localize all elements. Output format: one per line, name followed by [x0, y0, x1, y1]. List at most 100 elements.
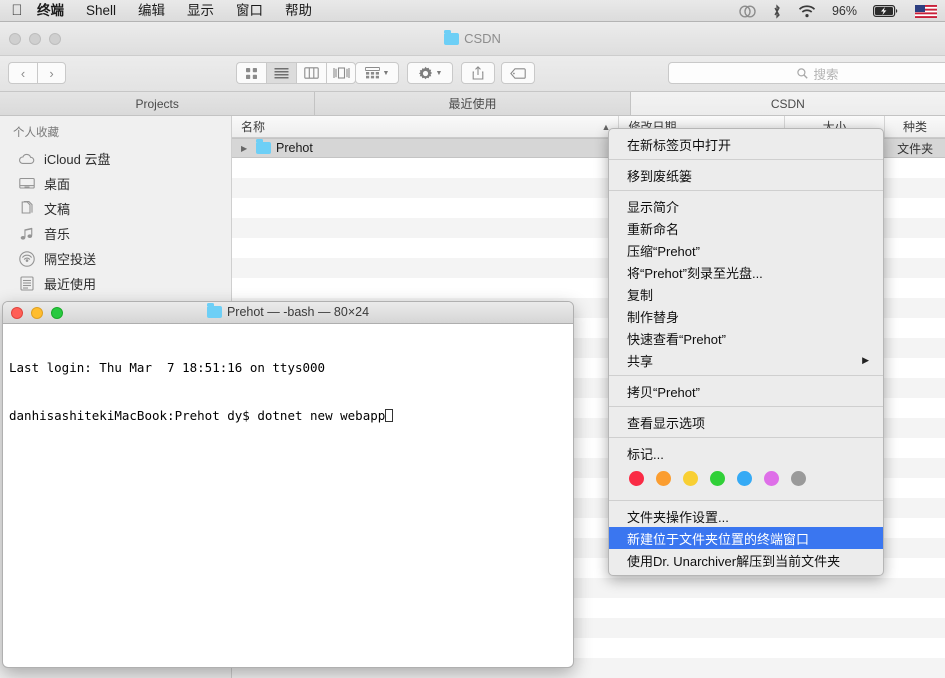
- context-menu-item-label: 制作替身: [627, 309, 680, 325]
- disclosure-triangle-icon[interactable]: ▶: [241, 144, 251, 153]
- finder-window-title-text: CSDN: [464, 31, 501, 46]
- tab-recents[interactable]: 最近使用: [315, 92, 631, 115]
- file-kind-cell: 文件夹: [897, 141, 934, 156]
- context-menu-item-label: 移到废纸篓: [627, 168, 693, 184]
- view-button-group: [236, 62, 356, 84]
- context-menu-item-quick-look[interactable]: 快速查看“Prehot”: [609, 327, 883, 349]
- sidebar-item-desktop[interactable]: 桌面: [0, 171, 231, 196]
- tag-color-gray[interactable]: [791, 471, 806, 486]
- context-menu-item-duplicate[interactable]: 复制: [609, 283, 883, 305]
- menu-item-shell[interactable]: Shell: [75, 0, 127, 22]
- menu-item-terminal[interactable]: 终端: [26, 0, 75, 22]
- chevron-down-icon: ▼: [435, 69, 443, 77]
- tag-button[interactable]: [501, 62, 535, 84]
- context-menu-item-label: 在新标签页中打开: [627, 137, 732, 153]
- context-menu-item-label: 快速查看“Prehot”: [627, 331, 726, 347]
- terminal-content[interactable]: Last login: Thu Mar 7 18:51:16 on ttys00…: [3, 324, 573, 460]
- submenu-arrow-icon: ▶: [862, 354, 869, 365]
- sidebar-item-label: 音乐: [44, 227, 71, 242]
- context-menu-item-label: 重新命名: [627, 221, 680, 237]
- back-button[interactable]: ‹: [8, 62, 37, 84]
- menu-item-window[interactable]: 窗口: [225, 0, 274, 22]
- context-menu-item-compress[interactable]: 压缩“Prehot”: [609, 239, 883, 261]
- action-gear-button[interactable]: ▼: [407, 62, 453, 84]
- sidebar-item-music[interactable]: 音乐: [0, 221, 231, 246]
- tag-color-red[interactable]: [629, 471, 644, 486]
- context-menu-item-folder-actions-setup[interactable]: 文件夹操作设置...: [609, 505, 883, 527]
- context-menu-item-unarchive-here[interactable]: 使用Dr. Unarchiver解压到当前文件夹: [609, 549, 883, 571]
- tag-color-blue[interactable]: [737, 471, 752, 486]
- forward-button[interactable]: ›: [37, 62, 66, 84]
- context-menu-item-label: 查看显示选项: [627, 415, 706, 431]
- context-menu-item-label: 新建位于文件夹位置的终端窗口: [627, 531, 810, 547]
- sidebar-item-icloud-drive[interactable]: iCloud 云盘: [0, 146, 231, 171]
- context-menu-item-make-alias[interactable]: 制作替身: [609, 305, 883, 327]
- terminal-title-text: Prehot — -bash — 80×24: [226, 305, 370, 319]
- context-menu-item-share[interactable]: 共享 ▶: [609, 349, 883, 371]
- sidebar-item-airdrop[interactable]: 隔空投送: [0, 246, 231, 271]
- context-menu-item-tags[interactable]: 标记...: [609, 442, 883, 464]
- context-menu-item-label: 共享: [627, 353, 654, 369]
- context-menu-item-new-terminal-at-folder[interactable]: 新建位于文件夹位置的终端窗口: [609, 527, 883, 549]
- column-header-name[interactable]: 名称 ▲: [232, 116, 620, 137]
- context-menu-item-move-to-trash[interactable]: 移到废纸篓: [609, 164, 883, 186]
- context-menu-item-copy[interactable]: 拷贝“Prehot”: [609, 380, 883, 402]
- context-menu-item-label: 复制: [627, 287, 654, 303]
- terminal-window: Prehot — -bash — 80×24 Last login: Thu M…: [2, 301, 574, 668]
- coverflow-view-button[interactable]: [326, 62, 356, 84]
- context-menu-item-burn-to-disc[interactable]: 将“Prehot”刻录至光盘...: [609, 261, 883, 283]
- context-menu-item-get-info[interactable]: 显示简介: [609, 195, 883, 217]
- icloud-icon: [18, 150, 35, 167]
- menu-bar:  终端 Shell 编辑 显示 窗口 帮助 96%: [0, 0, 945, 22]
- list-view-button[interactable]: [266, 62, 296, 84]
- search-input[interactable]: 搜索: [668, 62, 945, 84]
- context-menu-item-show-view-options[interactable]: 查看显示选项: [609, 411, 883, 433]
- finder-titlebar[interactable]: CSDN: [0, 22, 945, 56]
- tab-projects[interactable]: Projects: [0, 92, 316, 115]
- sidebar-item-documents[interactable]: 文稿: [0, 196, 231, 221]
- menu-separator: [609, 406, 883, 407]
- menu-item-edit[interactable]: 编辑: [127, 0, 176, 22]
- terminal-prompt-line: danhisashitekiMacBook:Prehot dy$ dotnet …: [9, 408, 567, 424]
- sidebar-item-label: 桌面: [44, 177, 71, 192]
- chevron-down-icon: ▼: [382, 69, 390, 77]
- menu-separator: [609, 159, 883, 160]
- sidebar-item-label: 最近使用: [44, 277, 97, 292]
- menu-item-help[interactable]: 帮助: [274, 0, 323, 22]
- tag-color-yellow[interactable]: [683, 471, 698, 486]
- apple-logo-icon[interactable]: : [0, 0, 26, 22]
- context-menu-item-open-in-new-tab[interactable]: 在新标签页中打开: [609, 133, 883, 155]
- share-button[interactable]: [461, 62, 495, 84]
- folder-icon: [444, 29, 460, 45]
- column-header-kind[interactable]: 种类: [885, 116, 945, 137]
- context-menu-item-label: 压缩“Prehot”: [627, 243, 700, 259]
- menu-separator: [609, 500, 883, 501]
- menu-item-view[interactable]: 显示: [176, 0, 225, 22]
- battery-charging-icon[interactable]: [865, 0, 907, 22]
- music-icon: [18, 225, 35, 242]
- arrange-button[interactable]: ▼: [355, 62, 399, 84]
- menu-bar-left:  终端 Shell 编辑 显示 窗口 帮助: [0, 0, 323, 21]
- terminal-command-text: danhisashitekiMacBook:Prehot dy$ dotnet …: [9, 408, 386, 423]
- context-menu-item-label: 使用Dr. Unarchiver解压到当前文件夹: [627, 553, 841, 569]
- tab-csdn[interactable]: CSDN: [630, 92, 945, 115]
- context-menu-item-label: 标记...: [627, 446, 664, 462]
- file-name-cell[interactable]: ▶ Prehot: [232, 139, 619, 155]
- icon-view-button[interactable]: [236, 62, 266, 84]
- column-view-button[interactable]: [296, 62, 326, 84]
- sidebar-item-recents[interactable]: 最近使用: [0, 271, 231, 296]
- context-menu-item-label: 显示简介: [627, 199, 680, 215]
- context-menu-item-rename[interactable]: 重新命名: [609, 217, 883, 239]
- wifi-icon[interactable]: [790, 0, 824, 22]
- tag-color-green[interactable]: [710, 471, 725, 486]
- us-flag-icon[interactable]: [907, 0, 945, 22]
- tag-color-purple[interactable]: [764, 471, 779, 486]
- sidebar-item-label: iCloud 云盘: [44, 152, 111, 167]
- creative-cloud-icon[interactable]: [731, 0, 764, 22]
- context-menu-item-label: 将“Prehot”刻录至光盘...: [627, 265, 763, 281]
- context-menu-item-label: 文件夹操作设置...: [627, 509, 729, 525]
- terminal-titlebar[interactable]: Prehot — -bash — 80×24: [3, 302, 573, 324]
- tag-color-orange[interactable]: [656, 471, 671, 486]
- bluetooth-icon[interactable]: [764, 0, 790, 22]
- desktop-icon: [18, 175, 35, 192]
